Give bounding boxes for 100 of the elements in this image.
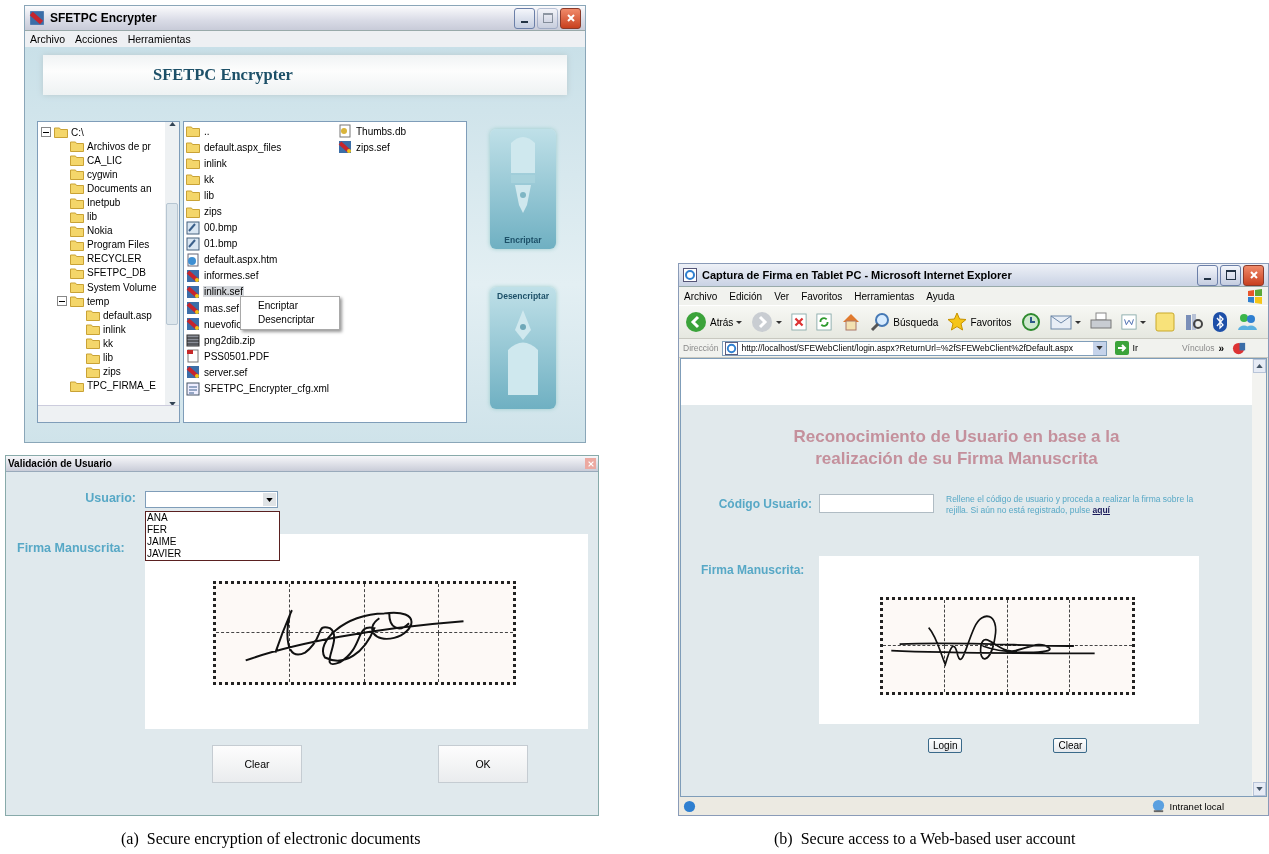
go-button[interactable]: Ir xyxy=(1115,341,1138,355)
dropdown-option[interactable]: JAVIER xyxy=(146,548,279,560)
dropdown-option[interactable]: JAIME xyxy=(146,536,279,548)
file-item[interactable]: .. xyxy=(203,125,211,137)
dropdown-button[interactable] xyxy=(1093,341,1107,355)
dialog-button[interactable]: Clear xyxy=(212,745,302,783)
favorites-button[interactable]: Favoritos xyxy=(947,312,1012,332)
scroll-up-icon[interactable] xyxy=(168,122,176,126)
document-icon xyxy=(1120,314,1137,330)
form-button[interactable]: Login xyxy=(928,738,963,753)
folder-item[interactable]: lib xyxy=(87,211,97,223)
folder-item[interactable]: default.asp xyxy=(103,309,152,321)
menu-item[interactable]: Herramientas xyxy=(854,290,915,302)
minimize-button[interactable] xyxy=(1197,264,1218,286)
folder-item[interactable]: Inetpub xyxy=(87,197,121,208)
folder-item[interactable]: RECYCLER xyxy=(87,253,142,265)
mail-button[interactable] xyxy=(1049,313,1081,331)
file-item[interactable]: inlink.sef xyxy=(203,286,244,298)
folder-item[interactable]: kk xyxy=(103,337,113,349)
vertical-scrollbar[interactable] xyxy=(165,122,179,406)
folder-item[interactable]: Documents an xyxy=(87,182,152,194)
edit-button[interactable] xyxy=(1120,314,1146,330)
menu-item[interactable]: Favoritos xyxy=(801,290,843,302)
menu-item[interactable]: Edición xyxy=(729,290,763,302)
user-label: Usuario: xyxy=(84,491,137,505)
signature-pad[interactable] xyxy=(145,534,588,729)
file-item[interactable]: png2dib.zip xyxy=(203,334,257,346)
tree-toggle[interactable] xyxy=(41,127,51,138)
tree-toggle[interactable] xyxy=(57,296,67,307)
folder-item[interactable]: System Volume xyxy=(87,281,157,293)
close-button[interactable] xyxy=(560,7,581,29)
folder-item[interactable]: cygwin xyxy=(87,168,118,180)
menu-item[interactable]: Archivo xyxy=(684,290,718,302)
more-links-button[interactable]: » xyxy=(1218,342,1225,354)
close-button[interactable] xyxy=(1243,264,1264,286)
vertical-scrollbar[interactable] xyxy=(1252,359,1266,796)
folder-item[interactable]: Nokia xyxy=(87,225,113,237)
messenger-button[interactable] xyxy=(1235,312,1258,332)
file-item[interactable]: zips.sef xyxy=(355,141,391,153)
stop-button[interactable] xyxy=(791,313,808,331)
address-field[interactable]: http://localhost/SFEWebClient/login.aspx?ReturnUrl=%2fSFEWebClient%2fDefault.aspx xyxy=(722,340,1108,356)
file-item[interactable]: kk xyxy=(203,173,215,185)
menu-item[interactable]: Herramientas xyxy=(127,33,191,45)
toolbar-extension-icon[interactable] xyxy=(1232,340,1248,356)
home-button[interactable] xyxy=(841,312,862,332)
context-menu-item[interactable]: Desencriptar xyxy=(241,313,339,327)
menu-item[interactable]: Acciones xyxy=(75,33,118,45)
folder-item[interactable]: temp xyxy=(87,295,110,307)
encrypt-button[interactable]: Encriptar xyxy=(490,129,556,249)
signature-pad[interactable] xyxy=(819,556,1199,724)
file-item[interactable]: zips xyxy=(203,206,223,217)
folder-item[interactable]: SFETPC_DB xyxy=(87,267,146,279)
menu-item[interactable]: Ayuda xyxy=(926,290,955,302)
folder-item[interactable]: C:\ xyxy=(71,126,84,138)
search-button[interactable]: Búsqueda xyxy=(870,312,939,332)
menu-item[interactable]: Ver xyxy=(774,290,790,302)
file-item[interactable]: server.sef xyxy=(203,366,249,378)
horizontal-scrollbar[interactable] xyxy=(38,405,179,422)
menu-item[interactable]: Archivo xyxy=(30,33,65,45)
back-button[interactable]: Atrás xyxy=(685,311,743,333)
folder-item[interactable]: lib xyxy=(103,352,113,364)
file-item[interactable]: Thumbs.db xyxy=(355,125,408,137)
history-button[interactable] xyxy=(1020,312,1041,332)
dialog-button[interactable]: OK xyxy=(438,745,528,783)
file-item[interactable]: nuevofic xyxy=(203,318,243,330)
dropdown-option[interactable]: ANA xyxy=(146,512,279,524)
file-item[interactable]: informes.sef xyxy=(203,270,260,282)
mail-icon xyxy=(1049,313,1072,331)
folder-item[interactable]: Archivos de pr xyxy=(87,140,151,152)
folder-item[interactable]: Program Files xyxy=(87,239,150,251)
form-button[interactable]: Clear xyxy=(1053,738,1088,753)
folder-item[interactable]: TPC_FIRMA_E xyxy=(87,380,156,392)
minimize-button[interactable] xyxy=(514,7,535,29)
file-item[interactable]: inlink xyxy=(203,157,228,169)
folder-icon xyxy=(54,126,68,139)
folder-item[interactable]: inlink xyxy=(103,323,126,335)
file-item[interactable]: 01.bmp xyxy=(203,238,239,250)
bluetooth-button[interactable] xyxy=(1212,312,1227,332)
folder-item[interactable]: CA_LIC xyxy=(87,154,122,166)
register-link[interactable]: aquí xyxy=(1092,505,1110,515)
file-item[interactable]: lib xyxy=(203,189,215,201)
grid-cell xyxy=(883,600,946,646)
dropdown-arrow-button[interactable] xyxy=(263,493,276,506)
scroll-up-button[interactable] xyxy=(1252,359,1266,373)
file-item[interactable]: default.aspx.htm xyxy=(203,254,279,266)
folder-item[interactable]: zips xyxy=(103,366,121,378)
refresh-button[interactable] xyxy=(816,313,833,331)
scroll-down-button[interactable] xyxy=(1252,782,1266,796)
file-item[interactable]: SFETPC_Encrypter_cfg.xml xyxy=(203,383,331,395)
decrypt-button[interactable]: Desencriptar xyxy=(490,287,556,409)
maximize-button[interactable] xyxy=(1220,264,1241,286)
file-item[interactable]: PSS0501.PDF xyxy=(203,350,271,362)
context-menu-item[interactable]: Encriptar xyxy=(241,299,339,313)
file-item[interactable]: mas.sef xyxy=(203,302,240,314)
file-item[interactable]: 00.bmp xyxy=(203,222,239,234)
print-button[interactable] xyxy=(1089,312,1112,332)
dropdown-option[interactable]: FER xyxy=(146,524,279,536)
file-item[interactable]: default.aspx_files xyxy=(203,141,283,153)
user-code-field[interactable] xyxy=(819,494,934,513)
research-button[interactable] xyxy=(1183,312,1204,332)
